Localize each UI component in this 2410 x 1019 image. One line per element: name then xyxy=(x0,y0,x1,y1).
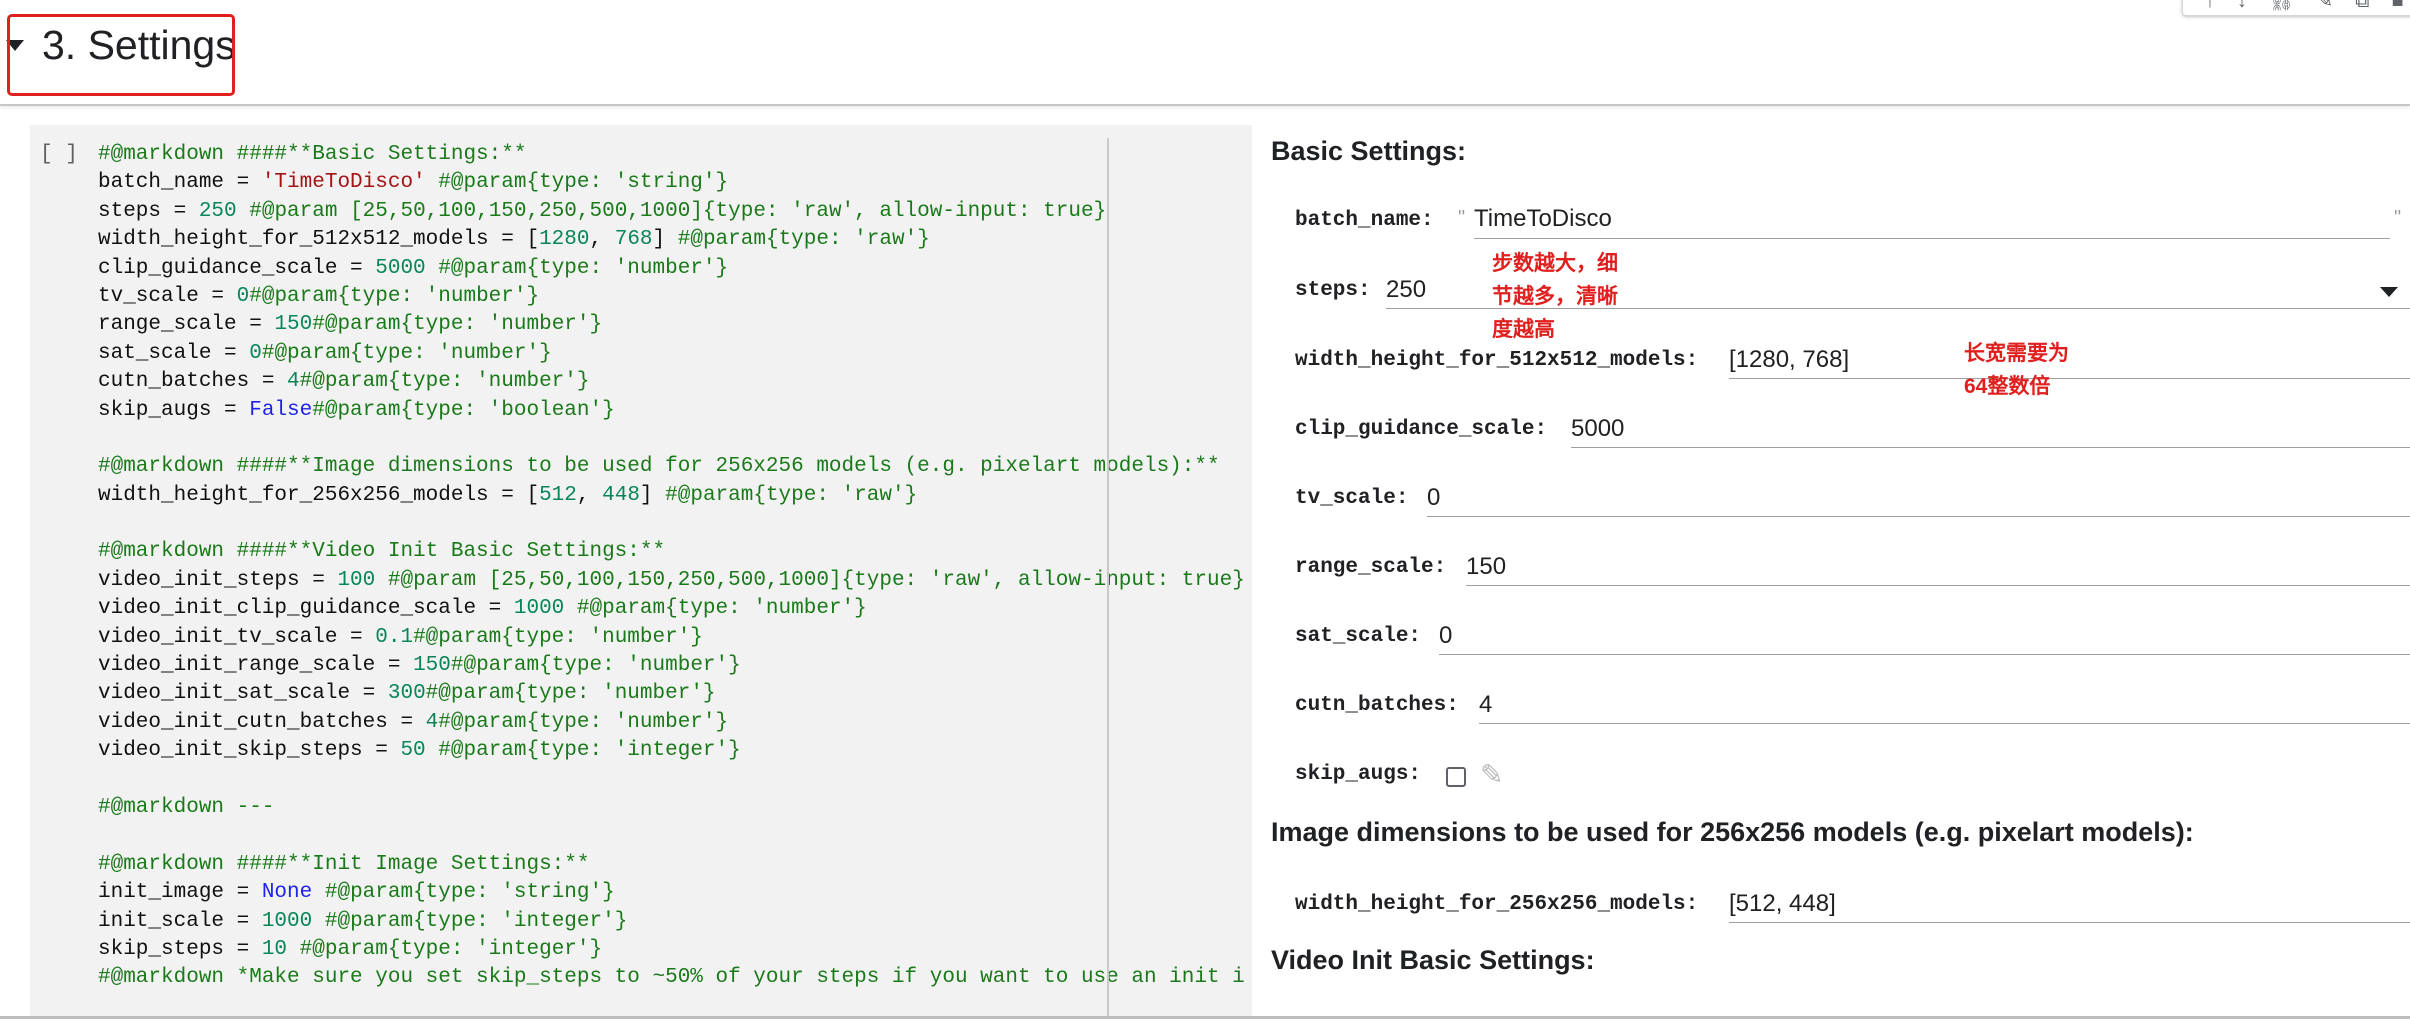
code-line: #@markdown --- xyxy=(98,795,275,819)
code-line: video_init_range_scale = 150#@param{type… xyxy=(98,654,741,678)
quote-close: " xyxy=(2394,207,2402,229)
sat-scale-input[interactable]: 0 xyxy=(1439,622,1452,650)
code-line: sat_scale = 0#@param{type: 'number'} xyxy=(98,341,552,365)
tv-scale-input[interactable]: 0 xyxy=(1427,484,1440,512)
code-line: #@markdown ####**Video Init Basic Settin… xyxy=(98,540,666,564)
size-annotation-line: 长宽需要为 xyxy=(1964,342,2069,365)
code-line: skip_steps = 10 #@param{type: 'integer'} xyxy=(98,937,603,961)
tv-scale-underline xyxy=(1427,516,2410,517)
label-sat-scale: sat_scale: xyxy=(1295,625,1422,648)
range-scale-underline xyxy=(1466,585,2410,586)
label-tv-scale: tv_scale: xyxy=(1295,487,1409,510)
steps-annotation-line: 节越多，清晰 xyxy=(1492,285,1618,308)
section-header xyxy=(0,0,2410,106)
size-annotation-line: 64整数倍 xyxy=(1964,375,2051,398)
code-line: video_init_sat_scale = 300#@param{type: … xyxy=(98,682,716,706)
form-heading-image-dims: Image dimensions to be used for 256x256 … xyxy=(1271,817,2194,847)
annotation-highlight-box xyxy=(7,14,235,96)
label-range-scale: range_scale: xyxy=(1295,556,1447,579)
cutn-batches-underline xyxy=(1479,723,2410,724)
chevron-down-icon[interactable] xyxy=(2380,287,2398,297)
label-clip-guidance-scale: clip_guidance_scale: xyxy=(1295,418,1548,441)
code-line: video_init_tv_scale = 0.1#@param{type: '… xyxy=(98,625,703,649)
run-cell-button[interactable]: [ ] xyxy=(40,143,78,166)
steps-annotation-line: 步数越大，细 xyxy=(1492,252,1618,275)
code-line: tv_scale = 0#@param{type: 'number'} xyxy=(98,284,540,308)
code-line: skip_augs = False#@param{type: 'boolean'… xyxy=(98,398,615,422)
form-heading-video-init: Video Init Basic Settings: xyxy=(1271,945,1595,975)
code-line: cutn_batches = 4#@param{type: 'number'} xyxy=(98,370,590,394)
sat-scale-underline xyxy=(1439,654,2410,655)
code-line: #@markdown ####**Image dimensions to be … xyxy=(98,455,1220,479)
clip-guidance-scale-underline xyxy=(1571,447,2410,448)
code-line: video_init_cutn_batches = 4#@param{type:… xyxy=(98,710,729,734)
code-line: range_scale = 150#@param{type: 'number'} xyxy=(98,313,603,337)
code-line: video_init_steps = 100 #@param [25,50,10… xyxy=(98,568,1245,592)
clip-guidance-scale-input[interactable]: 5000 xyxy=(1571,415,1624,443)
label-width-height-512: width_height_for_512x512_models: xyxy=(1295,349,1699,372)
width-height-512-underline xyxy=(1729,378,2410,379)
code-line: #@markdown ####**Basic Settings:** xyxy=(98,143,527,166)
width-height-512-input[interactable]: [1280, 768] xyxy=(1729,346,1849,374)
skip-augs-checkbox[interactable] xyxy=(1446,767,1466,787)
form-heading-basic: Basic Settings: xyxy=(1271,136,1467,166)
code-ruler-line xyxy=(1107,138,1109,1019)
pencil-icon[interactable]: ✎ xyxy=(1480,758,1503,791)
code-line: width_height_for_512x512_models = [1280,… xyxy=(98,228,930,252)
code-line: #@markdown *Make sure you set skip_steps… xyxy=(98,966,1245,990)
batch-name-input[interactable]: TimeToDisco xyxy=(1474,205,1612,233)
size-annotation: 长宽需要为 64整数倍 xyxy=(1964,337,2069,403)
label-width-height-256: width_height_for_256x256_models: xyxy=(1295,893,1699,916)
label-skip-augs: skip_augs: xyxy=(1295,763,1422,786)
code-line: batch_name = 'TimeToDisco' #@param{type:… xyxy=(98,171,729,195)
steps-select[interactable]: 250 xyxy=(1386,276,1426,304)
code-line: steps = 250 #@param [25,50,100,150,250,5… xyxy=(98,199,1107,223)
width-height-256-underline xyxy=(1729,922,2410,923)
steps-annotation-line: 度越高 xyxy=(1492,318,1555,341)
label-batch-name: batch_name: xyxy=(1295,209,1434,232)
code-editor[interactable]: #@markdown ####**Basic Settings:** batch_… xyxy=(98,141,1248,1019)
code-line: video_init_skip_steps = 50 #@param{type:… xyxy=(98,739,741,763)
label-steps: steps: xyxy=(1295,279,1371,302)
code-line: clip_guidance_scale = 5000 #@param{type:… xyxy=(98,256,729,280)
cutn-batches-input[interactable]: 4 xyxy=(1479,691,1492,719)
code-line: init_image = None #@param{type: 'string'… xyxy=(98,881,615,905)
quote-open: " xyxy=(1458,207,1466,229)
batch-name-underline xyxy=(1474,238,2390,239)
width-height-256-input[interactable]: [512, 448] xyxy=(1729,890,1836,918)
steps-annotation: 步数越大，细 节越多，清晰 度越高 xyxy=(1492,247,1618,346)
label-cutn-batches: cutn_batches: xyxy=(1295,694,1459,717)
code-line: #@markdown ####**Init Image Settings:** xyxy=(98,852,590,876)
code-line: init_scale = 1000 #@param{type: 'integer… xyxy=(98,909,628,933)
code-line: video_init_clip_guidance_scale = 1000 #@… xyxy=(98,597,867,621)
range-scale-input[interactable]: 150 xyxy=(1466,553,1506,581)
code-line: width_height_for_256x256_models = [512, … xyxy=(98,483,918,507)
